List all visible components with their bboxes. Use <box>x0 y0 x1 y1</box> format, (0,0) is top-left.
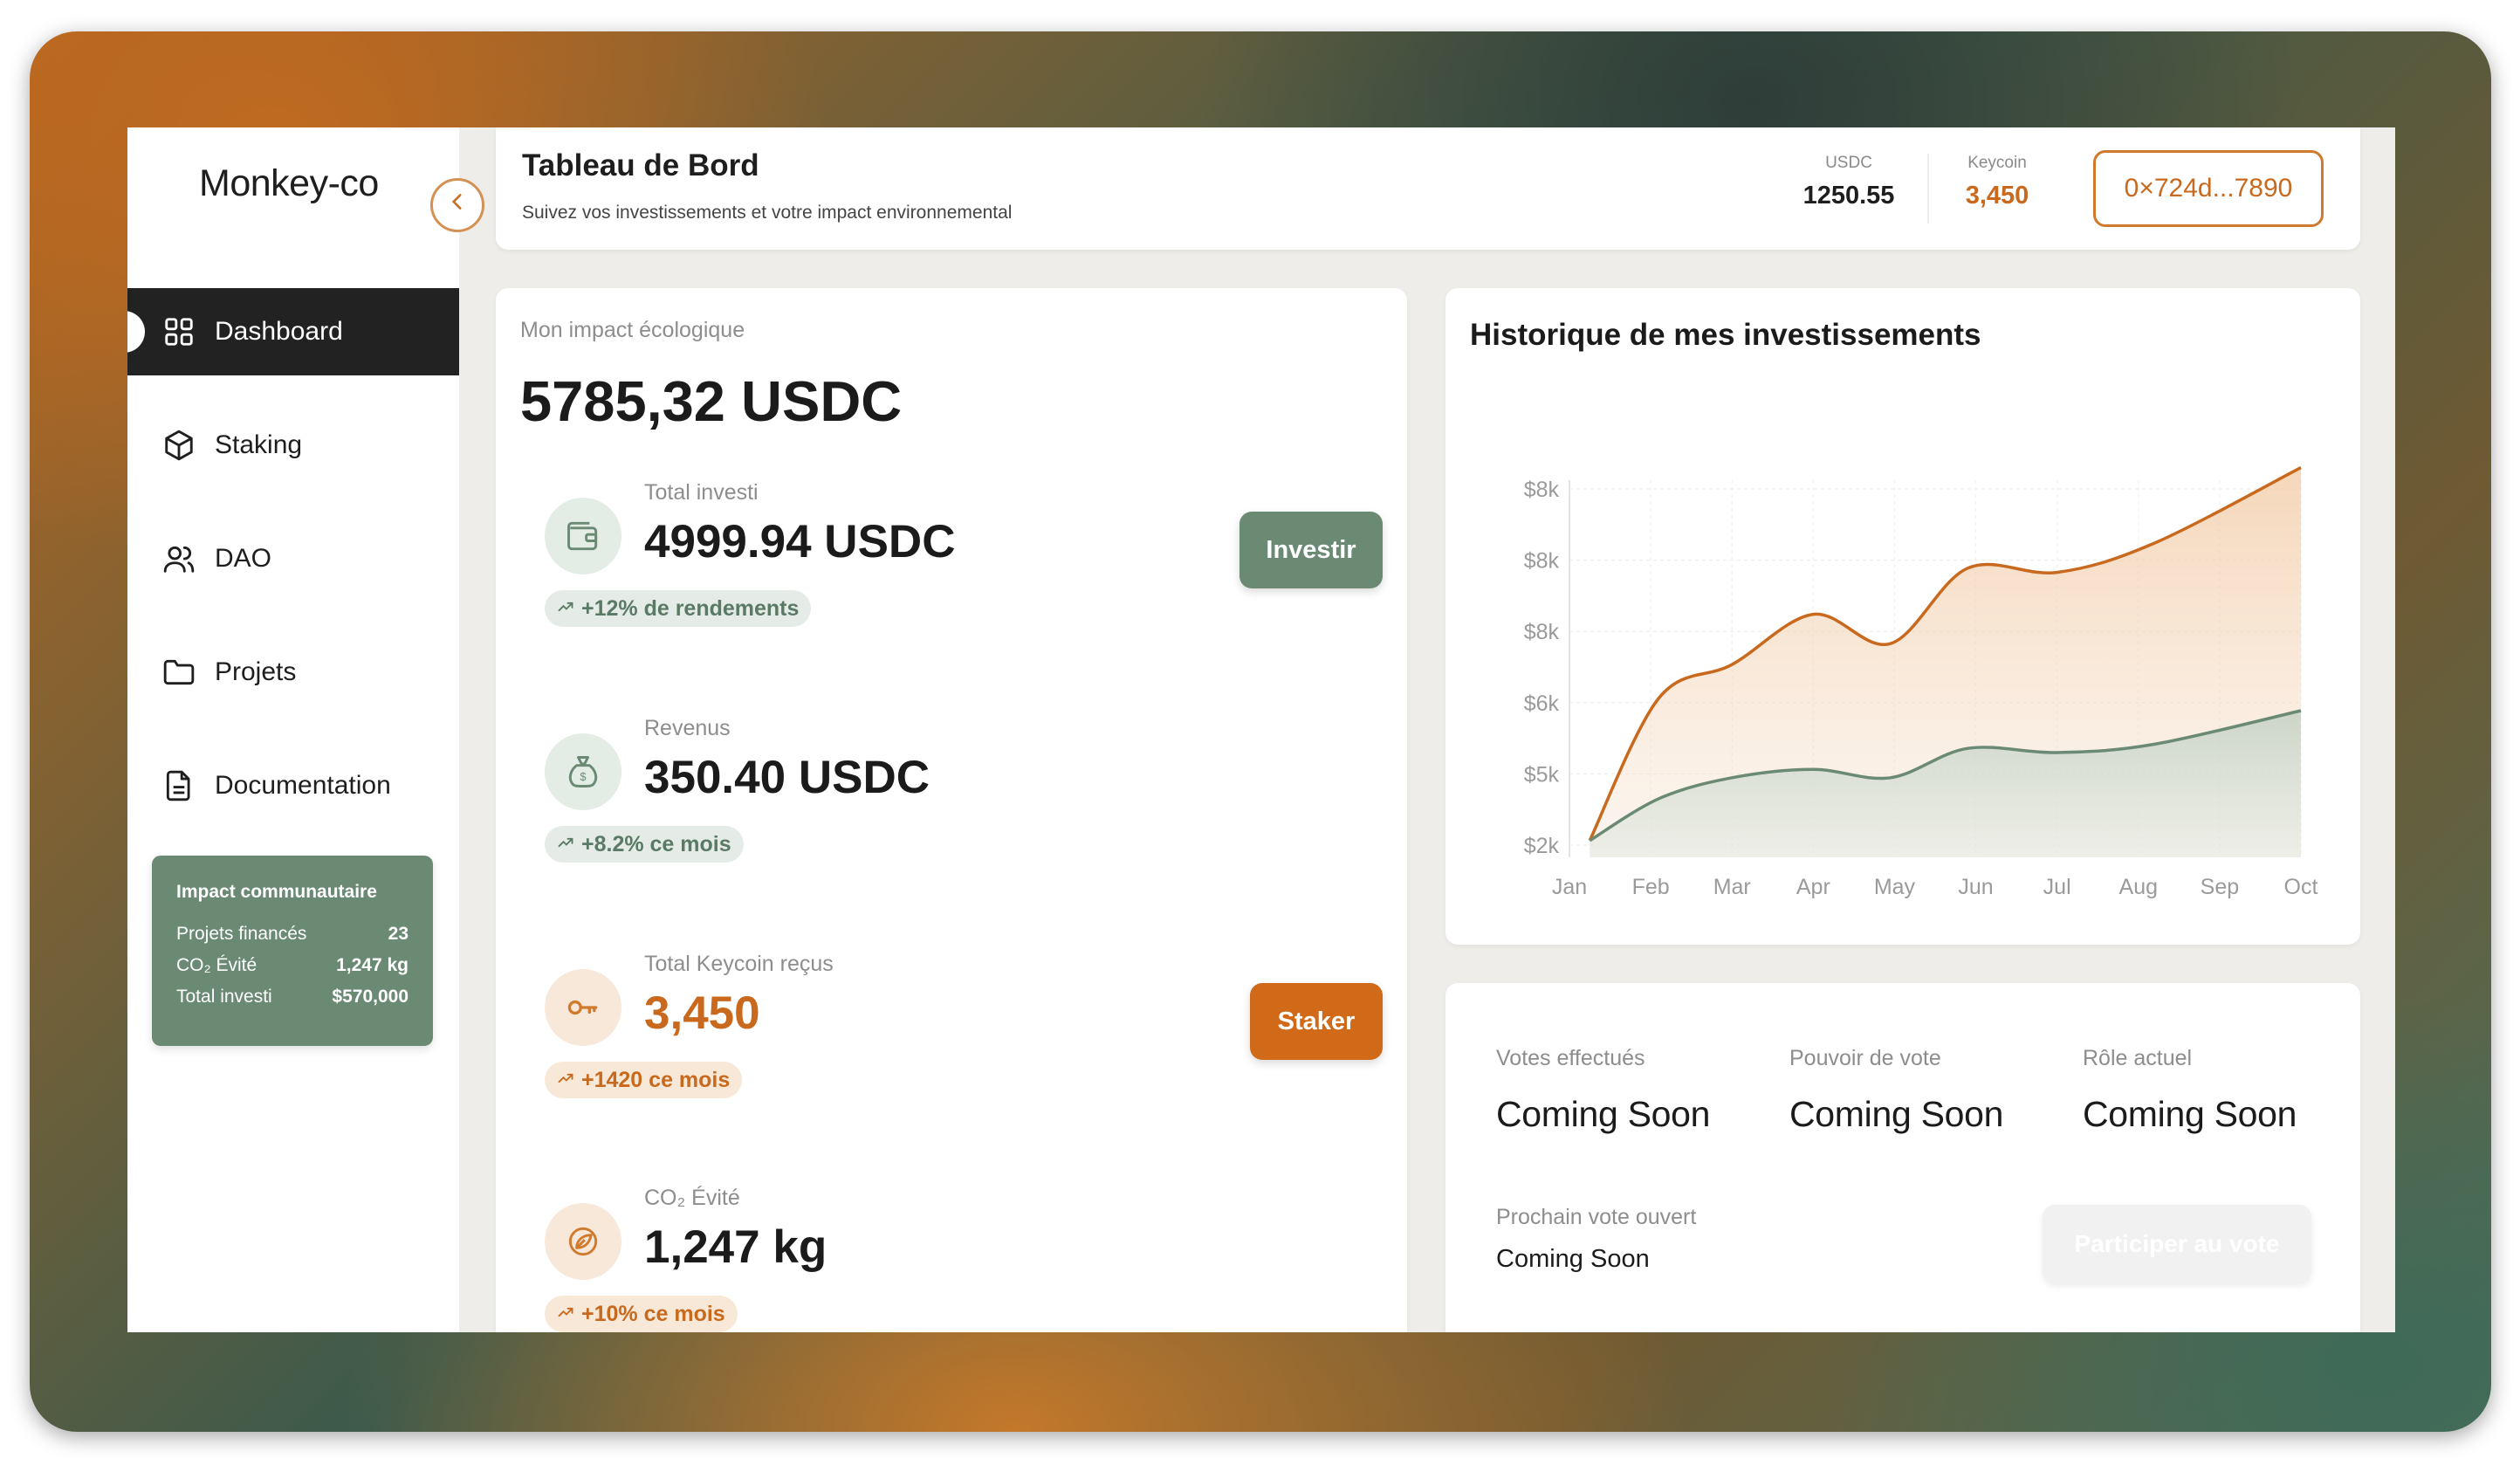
app-logo: Monkey-co <box>199 162 379 204</box>
y-tick-label: $8k <box>1524 478 1560 502</box>
trend-badge: +10% ce mois <box>545 1296 738 1332</box>
trend-up-icon <box>557 596 574 622</box>
trend-up-icon <box>557 1302 574 1327</box>
sidebar-item-label: DAO <box>215 544 272 573</box>
dao-votes-card: Votes effectués Coming Soon Pouvoir de v… <box>1445 983 2360 1332</box>
y-tick-label: $8k <box>1524 620 1560 644</box>
stat-keycoin: Total Keycoin reçus 3,450 +1420 ce mois … <box>545 952 1383 1126</box>
x-tick-label: Jan <box>1552 875 1587 899</box>
keycoin-balance: Keycoin 3,450 <box>1965 154 2029 210</box>
impact-row: Projets financés 23 <box>176 924 409 944</box>
leaf-globe-icon <box>545 1203 621 1280</box>
stat-total-investi: Total investi 4999.94 USDC +12% de rende… <box>545 480 1383 655</box>
stat-value: 3,450 <box>644 987 760 1039</box>
sidebar-item-dashboard[interactable]: Dashboard <box>127 288 459 375</box>
dao-votes-col: Votes effectués Coming Soon <box>1496 1046 1711 1134</box>
y-tick-label: $2k <box>1524 834 1560 858</box>
sidebar-item-projets[interactable]: Projets <box>127 629 459 716</box>
balance-divider <box>1927 154 1929 224</box>
staker-button[interactable]: Staker <box>1250 983 1383 1060</box>
community-impact-card: Impact communautaire Projets financés 23… <box>152 856 433 1046</box>
trend-badge: +12% de rendements <box>545 590 812 627</box>
sidebar-item-staking[interactable]: Staking <box>127 402 459 489</box>
participate-vote-button[interactable]: Participer au vote <box>2043 1205 2311 1283</box>
folder-icon <box>161 654 197 691</box>
next-vote-value: Coming Soon <box>1496 1245 1650 1273</box>
sidebar-item-dao[interactable]: DAO <box>127 515 459 602</box>
x-tick-label: Jul <box>2043 875 2071 899</box>
impact-title: Impact communautaire <box>176 882 377 902</box>
investir-button[interactable]: Investir <box>1239 512 1383 588</box>
wallet-address-button[interactable]: 0×724d...7890 <box>2093 150 2324 227</box>
page-title: Tableau de Bord <box>522 148 759 182</box>
next-vote-label: Prochain vote ouvert <box>1496 1205 1697 1229</box>
wallet-icon <box>545 498 621 574</box>
app-window: Monkey-co Dashboard Staking DAO Projets … <box>127 127 2395 1332</box>
trend-badge: +1420 ce mois <box>545 1062 743 1098</box>
eco-impact-card: Mon impact écologique 5785,32 USDC Total… <box>496 288 1407 1332</box>
users-icon <box>161 540 197 577</box>
y-tick-label: $8k <box>1524 549 1560 574</box>
sidebar-item-label: Documentation <box>215 771 391 800</box>
sidebar-item-documentation[interactable]: Documentation <box>127 742 459 829</box>
eco-impact-label: Mon impact écologique <box>520 318 745 342</box>
stat-value: 350.40 USDC <box>644 752 930 803</box>
grid-icon <box>161 313 197 350</box>
x-tick-label: Sep <box>2201 875 2239 899</box>
svg-text:$: $ <box>580 770 586 783</box>
usdc-balance: USDC 1250.55 <box>1802 154 1895 210</box>
x-tick-label: Aug <box>2119 875 2158 899</box>
page-subtitle: Suivez vos investissements et votre impa… <box>522 203 1013 223</box>
stat-value: 4999.94 USDC <box>644 516 956 567</box>
trend-up-icon <box>557 1068 574 1093</box>
sidebar-nav: Dashboard Staking DAO Projets Documentat… <box>127 288 459 856</box>
stat-revenus: $ Revenus 350.40 USDC +8.2% ce mois <box>545 716 1383 891</box>
page-header: Tableau de Bord Suivez vos investissemen… <box>496 127 2360 250</box>
y-tick-label: $6k <box>1524 691 1560 716</box>
key-icon <box>545 969 621 1046</box>
trend-badge: +8.2% ce mois <box>545 826 744 863</box>
x-tick-label: Feb <box>1632 875 1670 899</box>
dao-power-col: Pouvoir de vote Coming Soon <box>1789 1046 2004 1134</box>
sidebar-item-label: Staking <box>215 430 303 459</box>
investment-history-chart: $2k $5k $6k $8k $8k $8k Jan Feb Mar Apr May Jun Jul A… <box>1524 466 2318 899</box>
x-tick-label: Apr <box>1796 875 1830 899</box>
stat-value: 1,247 kg <box>644 1221 827 1273</box>
collapse-sidebar-button[interactable] <box>430 178 484 232</box>
sidebar: Monkey-co Dashboard Staking DAO Projets … <box>127 127 459 1332</box>
document-icon <box>161 767 197 804</box>
sidebar-item-label: Projets <box>215 657 297 686</box>
impact-row: Total investi $570,000 <box>176 987 409 1007</box>
cube-icon <box>161 427 197 464</box>
y-tick-label: $5k <box>1524 762 1560 787</box>
x-tick-label: Mar <box>1713 875 1751 899</box>
impact-row: CO₂ Évité 1,247 kg <box>176 955 409 975</box>
investment-history-card: Historique de mes investissements $2k $5k… <box>1445 288 2360 945</box>
eco-impact-total: 5785,32 USDC <box>520 369 903 433</box>
dao-role-col: Rôle actuel Coming Soon <box>2083 1046 2297 1134</box>
money-bag-icon: $ <box>545 733 621 810</box>
sidebar-item-label: Dashboard <box>215 317 343 346</box>
stat-co2: CO₂ Évité 1,247 kg +10% ce mois <box>545 1186 1383 1332</box>
chevron-left-icon <box>446 190 469 220</box>
trend-up-icon <box>557 832 574 857</box>
x-tick-label: Oct <box>2284 875 2318 899</box>
x-tick-label: Jun <box>1958 875 1993 899</box>
x-tick-label: May <box>1874 875 1916 899</box>
